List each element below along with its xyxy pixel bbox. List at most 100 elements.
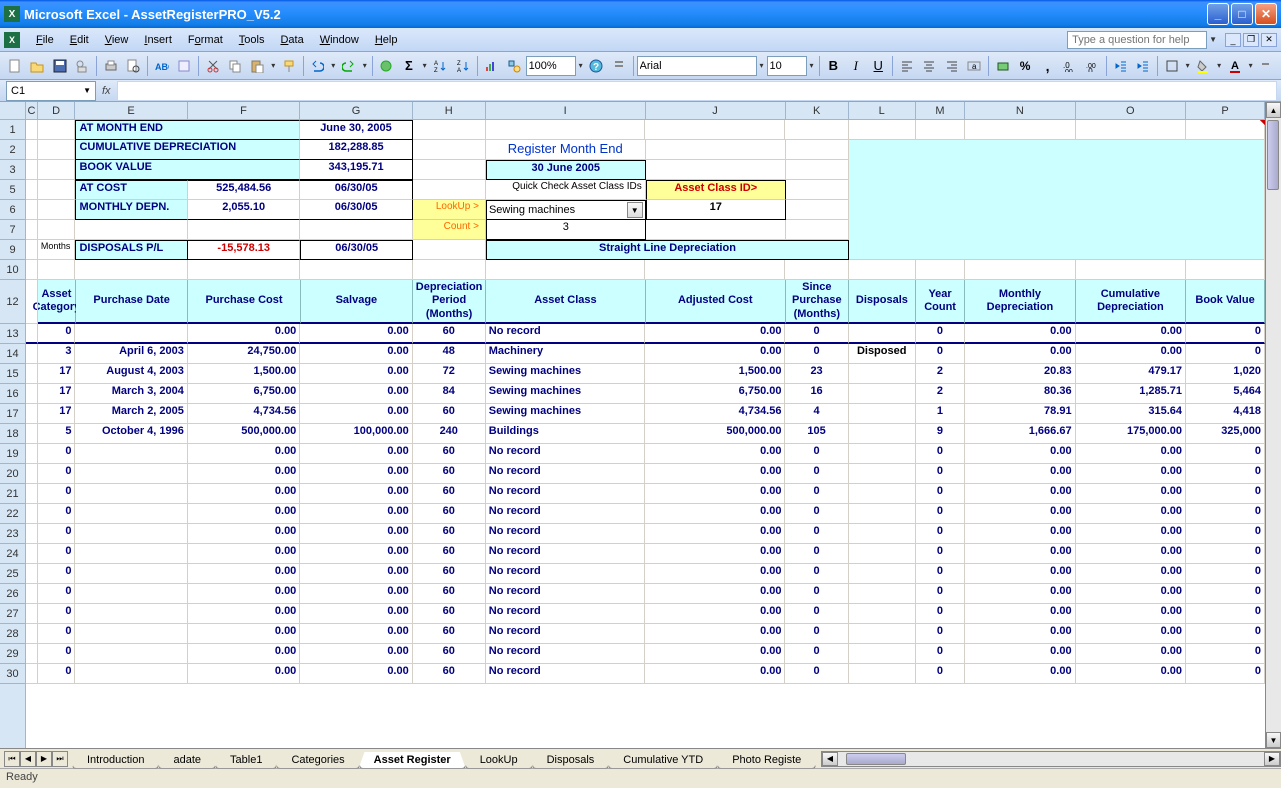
cell[interactable]: 17 — [38, 384, 76, 404]
cell[interactable] — [965, 260, 1075, 280]
cell[interactable] — [849, 504, 916, 524]
hyperlink-button[interactable] — [376, 55, 397, 77]
fill-color-button[interactable] — [1193, 55, 1214, 77]
cell[interactable] — [75, 584, 187, 604]
sheet-tab-asset-register[interactable]: Asset Register — [359, 752, 466, 769]
table-header[interactable]: Since Purchase (Months) — [786, 280, 849, 324]
cell[interactable]: Disposed — [849, 344, 916, 364]
cell[interactable] — [26, 484, 38, 504]
fx-icon[interactable]: fx — [102, 85, 111, 97]
cell[interactable]: No record — [486, 464, 646, 484]
cell[interactable] — [75, 644, 187, 664]
table-header[interactable]: Disposals — [849, 280, 916, 324]
cell[interactable]: 0 — [38, 584, 76, 604]
cell[interactable] — [849, 364, 916, 384]
cell[interactable] — [75, 220, 187, 240]
cell[interactable]: 0 — [785, 504, 848, 524]
cell[interactable] — [38, 120, 76, 140]
horizontal-scrollbar[interactable]: ◀ ▶ — [821, 751, 1281, 767]
cell[interactable]: 60 — [413, 504, 486, 524]
cell[interactable]: 0.00 — [645, 444, 785, 464]
cell[interactable]: 0.00 — [300, 504, 412, 524]
decrease-indent-button[interactable] — [1110, 55, 1131, 77]
toolbar-options-button[interactable] — [608, 55, 629, 77]
borders-button[interactable] — [1161, 55, 1182, 77]
cell[interactable] — [849, 544, 916, 564]
row-header-15[interactable]: 15 — [0, 364, 25, 384]
cell[interactable] — [849, 644, 916, 664]
cell[interactable] — [26, 444, 38, 464]
menu-window[interactable]: Window — [312, 32, 367, 48]
cell[interactable]: 0.00 — [300, 564, 412, 584]
cell[interactable]: No record — [486, 544, 646, 564]
borders-dropdown-icon[interactable]: ▾ — [1184, 61, 1192, 70]
sheet-tab-table1[interactable]: Table1 — [215, 752, 277, 769]
row-header-16[interactable]: 16 — [0, 384, 25, 404]
cell[interactable]: March 2, 2005 — [75, 404, 187, 424]
zoom-dropdown-icon[interactable]: ▾ — [577, 61, 585, 70]
cell[interactable]: 5 — [38, 424, 76, 444]
cell[interactable]: 0.00 — [645, 524, 785, 544]
cell[interactable]: 0 — [785, 624, 848, 644]
cell[interactable]: 0 — [38, 564, 76, 584]
cell[interactable] — [646, 140, 786, 160]
menu-insert[interactable]: Insert — [136, 32, 180, 48]
cell[interactable]: 24,750.00 — [188, 344, 300, 364]
cell[interactable]: 0 — [1186, 344, 1265, 364]
cell[interactable]: 0 — [916, 444, 965, 464]
research-button[interactable] — [173, 55, 194, 77]
worksheet-grid[interactable]: AT MONTH ENDJune 30, 2005CUMULATIVE DEPR… — [26, 120, 1265, 684]
autosum-dropdown-icon[interactable]: ▾ — [421, 61, 429, 70]
fill-dropdown-icon[interactable]: ▾ — [1215, 61, 1223, 70]
cell[interactable]: 175,000.00 — [1076, 424, 1186, 444]
cell[interactable]: MONTHLY DEPN. — [75, 200, 187, 220]
minimize-button[interactable]: _ — [1207, 3, 1229, 25]
cell[interactable]: 0.00 — [645, 344, 785, 364]
underline-button[interactable]: U — [867, 55, 888, 77]
cell[interactable]: Count > — [413, 220, 486, 240]
align-right-button[interactable] — [941, 55, 962, 77]
cell[interactable]: 0 — [1186, 504, 1265, 524]
cell[interactable] — [26, 260, 38, 280]
cell[interactable]: 0.00 — [965, 444, 1075, 464]
cell[interactable]: 0.00 — [645, 644, 785, 664]
cell[interactable]: 0.00 — [645, 664, 785, 684]
cell[interactable]: 315.64 — [1076, 404, 1186, 424]
cell[interactable] — [75, 484, 187, 504]
cell[interactable]: 500,000.00 — [645, 424, 785, 444]
cell[interactable] — [786, 160, 849, 180]
sheet-tab-lookup[interactable]: LookUp — [465, 752, 533, 769]
cell[interactable] — [849, 424, 916, 444]
cell[interactable]: 17 — [646, 200, 786, 220]
paste-dropdown-icon[interactable]: ▾ — [269, 61, 277, 70]
cell[interactable] — [849, 140, 1265, 160]
cell[interactable]: 0 — [785, 524, 848, 544]
cell[interactable] — [785, 260, 848, 280]
drawing-button[interactable] — [503, 55, 524, 77]
cell[interactable]: 0 — [38, 484, 76, 504]
cell[interactable]: AT MONTH END — [75, 120, 300, 140]
cell[interactable] — [849, 260, 916, 280]
col-header-P[interactable]: P — [1186, 102, 1265, 119]
cell[interactable] — [75, 524, 187, 544]
cell[interactable] — [75, 324, 187, 344]
cell[interactable]: 0.00 — [645, 484, 785, 504]
cell[interactable]: 0.00 — [300, 584, 412, 604]
mdi-close-button[interactable]: ✕ — [1261, 33, 1277, 47]
comma-button[interactable]: , — [1037, 55, 1058, 77]
cell[interactable] — [413, 120, 486, 140]
cell[interactable]: 0.00 — [300, 384, 412, 404]
scroll-right-button[interactable]: ▶ — [1264, 752, 1280, 766]
cell[interactable]: 0.00 — [1076, 524, 1186, 544]
cell[interactable] — [849, 120, 916, 140]
cell[interactable] — [849, 180, 1265, 200]
cell[interactable]: 0 — [785, 604, 848, 624]
row-header-25[interactable]: 25 — [0, 564, 25, 584]
cell[interactable]: 0 — [785, 664, 848, 684]
cell[interactable] — [645, 260, 785, 280]
cell[interactable]: Months — [38, 240, 76, 260]
table-header[interactable]: Year Count — [916, 280, 965, 324]
toolbar-options2-button[interactable] — [1256, 55, 1277, 77]
cell[interactable]: 0.00 — [965, 544, 1075, 564]
cell[interactable] — [849, 664, 916, 684]
